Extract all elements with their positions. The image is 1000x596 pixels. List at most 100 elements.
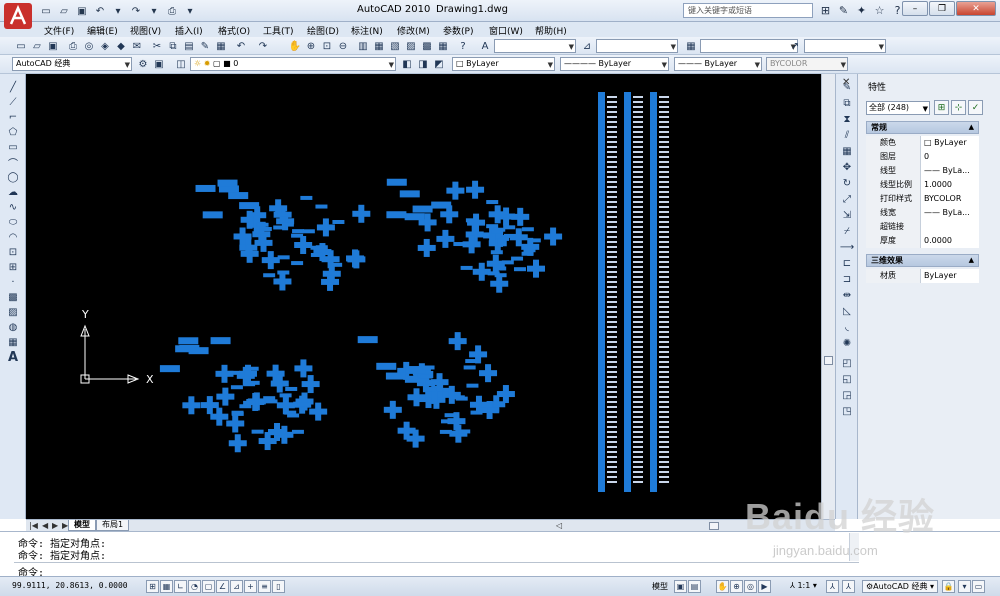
column-dash[interactable]	[607, 291, 617, 293]
column-dash[interactable]	[607, 446, 617, 448]
selected-grip[interactable]	[285, 386, 298, 391]
polyline-icon[interactable]: ⌐	[6, 110, 20, 124]
column-dash[interactable]	[607, 116, 617, 118]
block-editor-icon[interactable]: ▦	[214, 39, 228, 53]
etransmit-icon[interactable]: ✉	[130, 39, 144, 53]
column-dash[interactable]	[633, 336, 643, 338]
column-dash[interactable]	[659, 401, 669, 403]
selected-grip[interactable]	[521, 227, 534, 232]
column-dash[interactable]	[633, 341, 643, 343]
column-dash[interactable]	[659, 411, 669, 413]
break-icon[interactable]: ⊐	[840, 272, 854, 286]
column-dash[interactable]	[607, 166, 617, 168]
column-dash[interactable]	[659, 441, 669, 443]
column-dash[interactable]	[633, 181, 643, 183]
column-dash[interactable]	[607, 211, 617, 213]
column-dash[interactable]	[659, 236, 669, 238]
selected-grip[interactable]	[324, 271, 337, 276]
column-dash[interactable]	[633, 196, 643, 198]
selected-cross[interactable]	[454, 332, 461, 351]
column-dash[interactable]	[633, 316, 643, 318]
selected-text[interactable]	[178, 337, 199, 345]
table-style-icon[interactable]: ▦	[684, 39, 698, 53]
undo-icon[interactable]: ↶	[92, 3, 108, 19]
selected-grip[interactable]	[292, 229, 305, 234]
column-dash[interactable]	[607, 216, 617, 218]
column-dash[interactable]	[633, 176, 643, 178]
multiline-text-icon[interactable]: A	[6, 350, 20, 365]
selected-grip[interactable]	[227, 370, 240, 375]
column-dash[interactable]	[607, 481, 617, 483]
quick-view-layouts-icon[interactable]: ▣	[674, 580, 687, 593]
selected-grip[interactable]	[246, 366, 259, 371]
prop-row-plot-style[interactable]: 打印样式 BYCOLOR	[866, 192, 979, 206]
qnew-icon[interactable]: ▭	[14, 39, 28, 53]
grid-toggle-icon[interactable]: ▦	[160, 580, 173, 593]
point-icon[interactable]: ·	[6, 275, 20, 289]
menu-file[interactable]: 文件(F)	[44, 24, 74, 37]
column-dash[interactable]	[659, 466, 669, 468]
column-dash[interactable]	[607, 331, 617, 333]
selected-cross[interactable]	[322, 218, 329, 237]
column-dash[interactable]	[633, 391, 643, 393]
auto-scale-icon[interactable]: ⅄	[842, 580, 855, 593]
qp-toggle-icon[interactable]: ▯	[272, 580, 285, 593]
column-dash[interactable]	[607, 266, 617, 268]
trim-icon[interactable]: ⌿	[840, 224, 854, 238]
column-dash[interactable]	[659, 421, 669, 423]
status-menu-icon[interactable]: ▾	[958, 580, 971, 593]
column-dash[interactable]	[659, 356, 669, 358]
selected-grip[interactable]	[277, 255, 290, 260]
column-dash[interactable]	[607, 426, 617, 428]
column-dash[interactable]	[633, 191, 643, 193]
calculator-icon[interactable]: ▦	[436, 39, 450, 53]
column-dash[interactable]	[659, 131, 669, 133]
pan-status-icon[interactable]: ✋	[716, 580, 729, 593]
bring-front-icon[interactable]: ◱	[840, 372, 854, 386]
selected-cross[interactable]	[423, 238, 430, 257]
selected-grip[interactable]	[444, 413, 457, 418]
text-style-icon[interactable]: A	[478, 39, 492, 53]
command-scrollbar[interactable]	[849, 533, 859, 561]
clean-screen-icon[interactable]: ▭	[972, 580, 985, 593]
vertical-scrollbar[interactable]	[821, 74, 835, 519]
column-dash[interactable]	[633, 276, 643, 278]
osnap-toggle-icon[interactable]: ▢	[202, 580, 215, 593]
prop-row-thickness[interactable]: 厚度 0.0000	[866, 234, 979, 248]
selected-cross[interactable]	[472, 180, 479, 199]
column-dash[interactable]	[659, 391, 669, 393]
selected-grip[interactable]	[263, 273, 276, 278]
selected-cross[interactable]	[515, 228, 522, 247]
column-dash[interactable]	[607, 276, 617, 278]
column-dash[interactable]	[607, 181, 617, 183]
selected-cross[interactable]	[307, 375, 314, 394]
column-dash[interactable]	[633, 436, 643, 438]
move-icon[interactable]: ✥	[840, 160, 854, 174]
column-dash[interactable]	[607, 131, 617, 133]
selected-cross[interactable]	[517, 207, 524, 226]
selected-text[interactable]	[404, 213, 425, 221]
prop-row-color[interactable]: 颜色 □ ByLayer	[866, 136, 979, 150]
column-dash[interactable]	[633, 96, 643, 98]
selected-grip[interactable]	[239, 404, 252, 409]
selected-grip[interactable]	[291, 233, 304, 238]
paste-icon[interactable]: ▤	[182, 39, 196, 53]
tab-model[interactable]: 模型	[68, 520, 96, 531]
zoom-status-icon[interactable]: ⊕	[730, 580, 743, 593]
column-dash[interactable]	[659, 286, 669, 288]
column-dash[interactable]	[633, 331, 643, 333]
selection-combo[interactable]: 全部 (248) ▼	[866, 101, 930, 115]
column-dash[interactable]	[659, 331, 669, 333]
selected-cross[interactable]	[267, 251, 274, 270]
column-dash[interactable]	[659, 126, 669, 128]
hatch-icon[interactable]: ▩	[6, 290, 20, 304]
selected-cross[interactable]	[353, 250, 360, 269]
column-dash[interactable]	[633, 401, 643, 403]
selected-cross[interactable]	[206, 396, 213, 415]
selected-grip[interactable]	[422, 365, 435, 370]
selected-grip[interactable]	[486, 200, 499, 205]
column-dash[interactable]	[659, 366, 669, 368]
undo-dropdown-icon[interactable]: ▾	[110, 3, 126, 19]
menu-modify[interactable]: 修改(M)	[397, 24, 430, 37]
selected-grip[interactable]	[511, 256, 524, 261]
